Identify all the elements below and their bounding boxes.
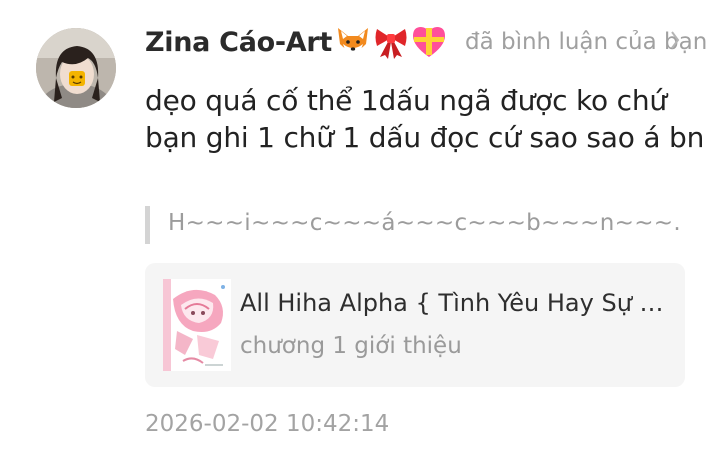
fox-emoji-icon: [334, 24, 372, 60]
story-chapter: chương 1 giới thiệu: [240, 333, 462, 359]
quoted-text: H~~~i~~~c~~~á~~~c~~~b~~~n~~~.: [168, 210, 681, 236]
quote-bar: [145, 206, 150, 244]
username-emojis: [334, 24, 448, 60]
user-avatar[interactable]: [36, 28, 116, 108]
heart-gift-emoji-icon: [410, 24, 448, 60]
comment-timestamp: 2026-02-02 10:42:14: [145, 411, 390, 437]
ribbon-emoji-icon: [372, 24, 410, 60]
story-link-card[interactable]: All Hiha Alpha { Tình Yêu Hay Sự … chươn…: [145, 263, 685, 387]
story-title: All Hiha Alpha { Tình Yêu Hay Sự …: [240, 289, 664, 317]
avatar-image: [36, 28, 116, 108]
chevron-right-icon[interactable]: [670, 28, 680, 52]
story-cover-image: [163, 279, 231, 371]
comment-text: dẹo quá cố thể 1dấu ngã được ko chứ bạn …: [145, 84, 705, 154]
username[interactable]: Zina Cáo-Art: [145, 27, 332, 58]
comment-notification[interactable]: Zina Cáo-Art đã bình luận của bạn dẹo qu…: [0, 0, 720, 467]
comment-header: Zina Cáo-Art đã bình luận của bạn: [145, 22, 707, 62]
